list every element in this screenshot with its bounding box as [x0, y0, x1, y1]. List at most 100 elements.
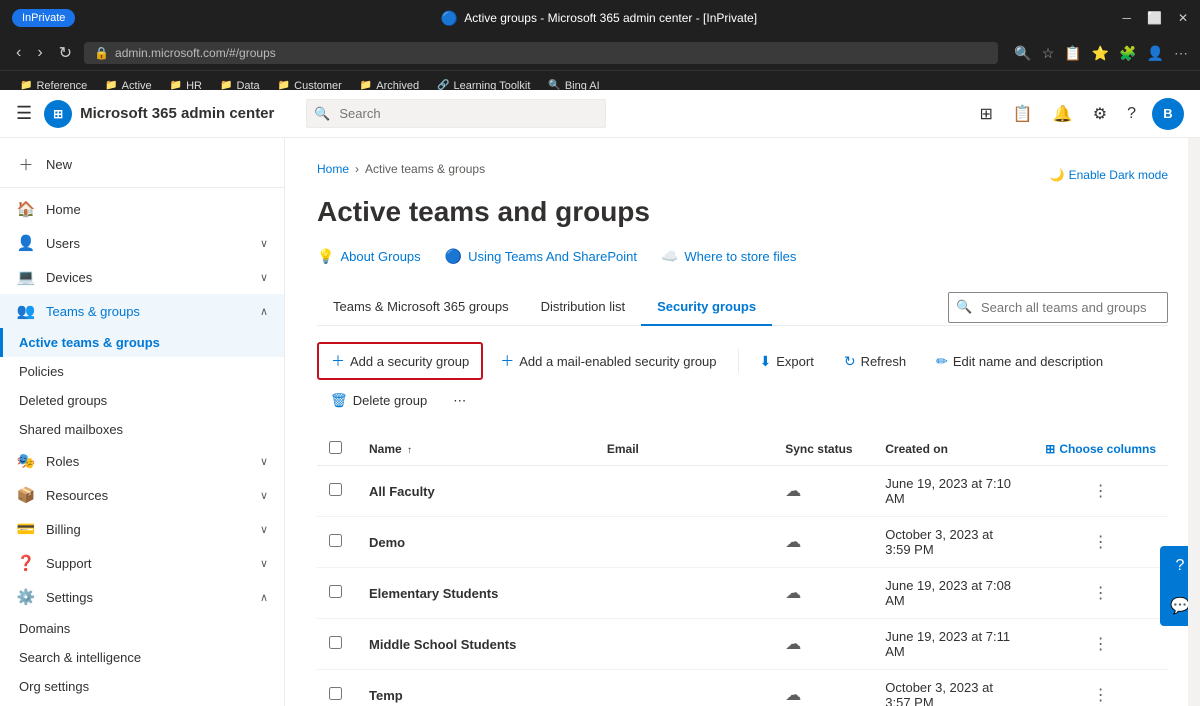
- delete-group-button[interactable]: 🗑 Delete group: [317, 384, 440, 417]
- user-avatar[interactable]: B: [1152, 98, 1184, 130]
- edit-icon: ✏: [936, 353, 948, 370]
- row-checkbox-3[interactable]: [329, 636, 342, 649]
- where-to-store-link[interactable]: ☁️ Where to store files: [661, 248, 796, 265]
- using-teams-link[interactable]: 🔵 Using Teams And SharePoint: [445, 248, 637, 265]
- star-icon[interactable]: ☆: [1042, 45, 1055, 62]
- add-mail-enabled-button[interactable]: ＋ Add a mail-enabled security group: [487, 343, 729, 379]
- sidebar-item-resources[interactable]: 📦 Resources ∨: [0, 478, 284, 512]
- extensions-icon[interactable]: 🧩: [1119, 45, 1136, 62]
- sidebar-item-roles[interactable]: 🎭 Roles ∨: [0, 444, 284, 478]
- sidebar-subitem-search-intelligence[interactable]: Search & intelligence: [0, 643, 284, 672]
- sidebar-item-support[interactable]: ❓ Support ∨: [0, 546, 284, 580]
- maximize-button[interactable]: ⬜: [1147, 11, 1162, 25]
- row-menu-button-2[interactable]: ⋮: [1087, 581, 1115, 605]
- sidebar-item-users[interactable]: 👤 Users ∨: [0, 226, 284, 260]
- export-button[interactable]: ⬇ Export: [747, 345, 827, 378]
- tab-search-input[interactable]: [948, 292, 1168, 323]
- row-checkbox-2[interactable]: [329, 585, 342, 598]
- sidebar-subitem-org-settings[interactable]: Org settings: [0, 672, 284, 701]
- refresh-button[interactable]: ↻ Refresh: [831, 345, 919, 378]
- row-checkbox-4[interactable]: [329, 687, 342, 700]
- delete-group-label: Delete group: [353, 393, 427, 408]
- help-button[interactable]: ?: [1123, 101, 1140, 127]
- breadcrumb-home[interactable]: Home: [317, 162, 349, 176]
- groups-table: Name ↑ Email Sync status Created on ⊞: [317, 433, 1168, 706]
- table-header-row: Name ↑ Email Sync status Created on ⊞: [317, 433, 1168, 466]
- tab-security[interactable]: Security groups: [641, 289, 772, 326]
- sidebar-item-teams-groups[interactable]: 👥 Teams & groups ∧: [0, 294, 284, 328]
- row-menu-button-0[interactable]: ⋮: [1087, 479, 1115, 503]
- devices-icon: 💻: [16, 268, 36, 286]
- row-checkbox-0[interactable]: [329, 483, 342, 496]
- scroll-indicator[interactable]: [1188, 90, 1200, 706]
- more-actions-button[interactable]: ⋯: [444, 385, 475, 417]
- favicon-icon: 🔵: [441, 10, 458, 27]
- breadcrumb-sep: ›: [355, 162, 359, 176]
- favorites-icon[interactable]: ⭐: [1092, 45, 1109, 62]
- back-button[interactable]: ‹: [12, 42, 25, 64]
- info-links: 💡 About Groups 🔵 Using Teams And SharePo…: [317, 248, 1168, 265]
- th-choose-columns[interactable]: ⊞ Choose columns: [1033, 433, 1168, 466]
- toolbar-divider-1: [738, 349, 739, 373]
- th-created: Created on: [873, 433, 1033, 466]
- more-icon: ⋯: [453, 393, 466, 409]
- sidebar-new[interactable]: ＋ New: [0, 146, 284, 183]
- table-row: All Faculty ☁ June 19, 2023 at 7:10 AM ⋮: [317, 466, 1168, 517]
- more-icon[interactable]: ⋯: [1174, 45, 1188, 62]
- plus-icon: ＋: [16, 154, 36, 175]
- row-email-2: [595, 568, 773, 619]
- choose-columns-button[interactable]: ⊞ Choose columns: [1045, 442, 1156, 456]
- sidebar-subitem-shared[interactable]: Shared mailboxes: [0, 415, 284, 444]
- teams-icon: 👥: [16, 302, 36, 320]
- sidebar-subitem-active-teams[interactable]: Active teams & groups: [0, 328, 284, 357]
- my-day-button[interactable]: 📋: [1009, 100, 1037, 128]
- sidebar-label-roles: Roles: [46, 454, 250, 469]
- settings-button[interactable]: ⚙: [1089, 100, 1111, 128]
- about-groups-label: About Groups: [340, 249, 420, 264]
- tab-distribution[interactable]: Distribution list: [525, 289, 642, 326]
- sidebar-subitem-policies[interactable]: Policies: [0, 357, 284, 386]
- row-checkbox-1[interactable]: [329, 534, 342, 547]
- row-email-1: [595, 517, 773, 568]
- users-icon: 👤: [16, 234, 36, 252]
- roles-chevron-icon: ∨: [260, 455, 268, 468]
- sidebar: ＋ New 🏠 Home 👤 Users ∨ 💻 Devices ∨ 👥 Tea…: [0, 138, 285, 706]
- sidebar-item-devices[interactable]: 💻 Devices ∨: [0, 260, 284, 294]
- sidebar-divider-1: [0, 187, 284, 188]
- tab-teams-m365[interactable]: Teams & Microsoft 365 groups: [317, 289, 525, 326]
- moon-icon: 🌙: [1050, 168, 1065, 182]
- header-search-input[interactable]: [306, 99, 606, 128]
- search-icon[interactable]: 🔍: [1014, 45, 1031, 62]
- profile-icon[interactable]: 👤: [1147, 45, 1164, 62]
- add-security-group-button[interactable]: ＋ Add a security group: [317, 342, 483, 380]
- sidebar-item-billing[interactable]: 💳 Billing ∨: [0, 512, 284, 546]
- refresh-button[interactable]: ↻: [55, 41, 76, 65]
- sidebar-subitem-domains[interactable]: Domains: [0, 614, 284, 643]
- sidebar-subitem-m365-backup[interactable]: Microsoft 365 Backup: [0, 701, 284, 706]
- forward-button[interactable]: ›: [33, 42, 46, 64]
- row-menu-button-4[interactable]: ⋮: [1087, 683, 1115, 706]
- th-name[interactable]: Name ↑: [357, 433, 595, 466]
- sidebar-subitem-deleted[interactable]: Deleted groups: [0, 386, 284, 415]
- collections-icon[interactable]: 📋: [1064, 45, 1081, 62]
- search-intelligence-label: Search & intelligence: [19, 650, 141, 665]
- about-groups-link[interactable]: 💡 About Groups: [317, 248, 421, 265]
- toolbar: ＋ Add a security group ＋ Add a mail-enab…: [317, 342, 1168, 417]
- tab-title[interactable]: 🔵 Active groups - Microsoft 365 admin ce…: [441, 10, 757, 27]
- hamburger-button[interactable]: ☰: [16, 103, 32, 124]
- sidebar-item-home[interactable]: 🏠 Home: [0, 192, 284, 226]
- minimize-button[interactable]: ─: [1122, 11, 1131, 25]
- export-label: Export: [776, 354, 814, 369]
- row-menu-button-1[interactable]: ⋮: [1087, 530, 1115, 554]
- sidebar-item-settings[interactable]: ⚙️ Settings ∧: [0, 580, 284, 614]
- notifications-button[interactable]: 🔔: [1049, 100, 1077, 128]
- support-chevron-icon: ∨: [260, 557, 268, 570]
- row-menu-button-3[interactable]: ⋮: [1087, 632, 1115, 656]
- dark-mode-toggle[interactable]: 🌙 Enable Dark mode: [1050, 168, 1168, 182]
- address-bar[interactable]: 🔒 admin.microsoft.com/#/groups: [84, 42, 998, 64]
- support-icon: ❓: [16, 554, 36, 572]
- select-all-checkbox[interactable]: [329, 441, 342, 454]
- edit-name-button[interactable]: ✏ Edit name and description: [923, 345, 1116, 378]
- close-button[interactable]: ✕: [1178, 11, 1188, 25]
- apps-button[interactable]: ⊞: [976, 100, 997, 128]
